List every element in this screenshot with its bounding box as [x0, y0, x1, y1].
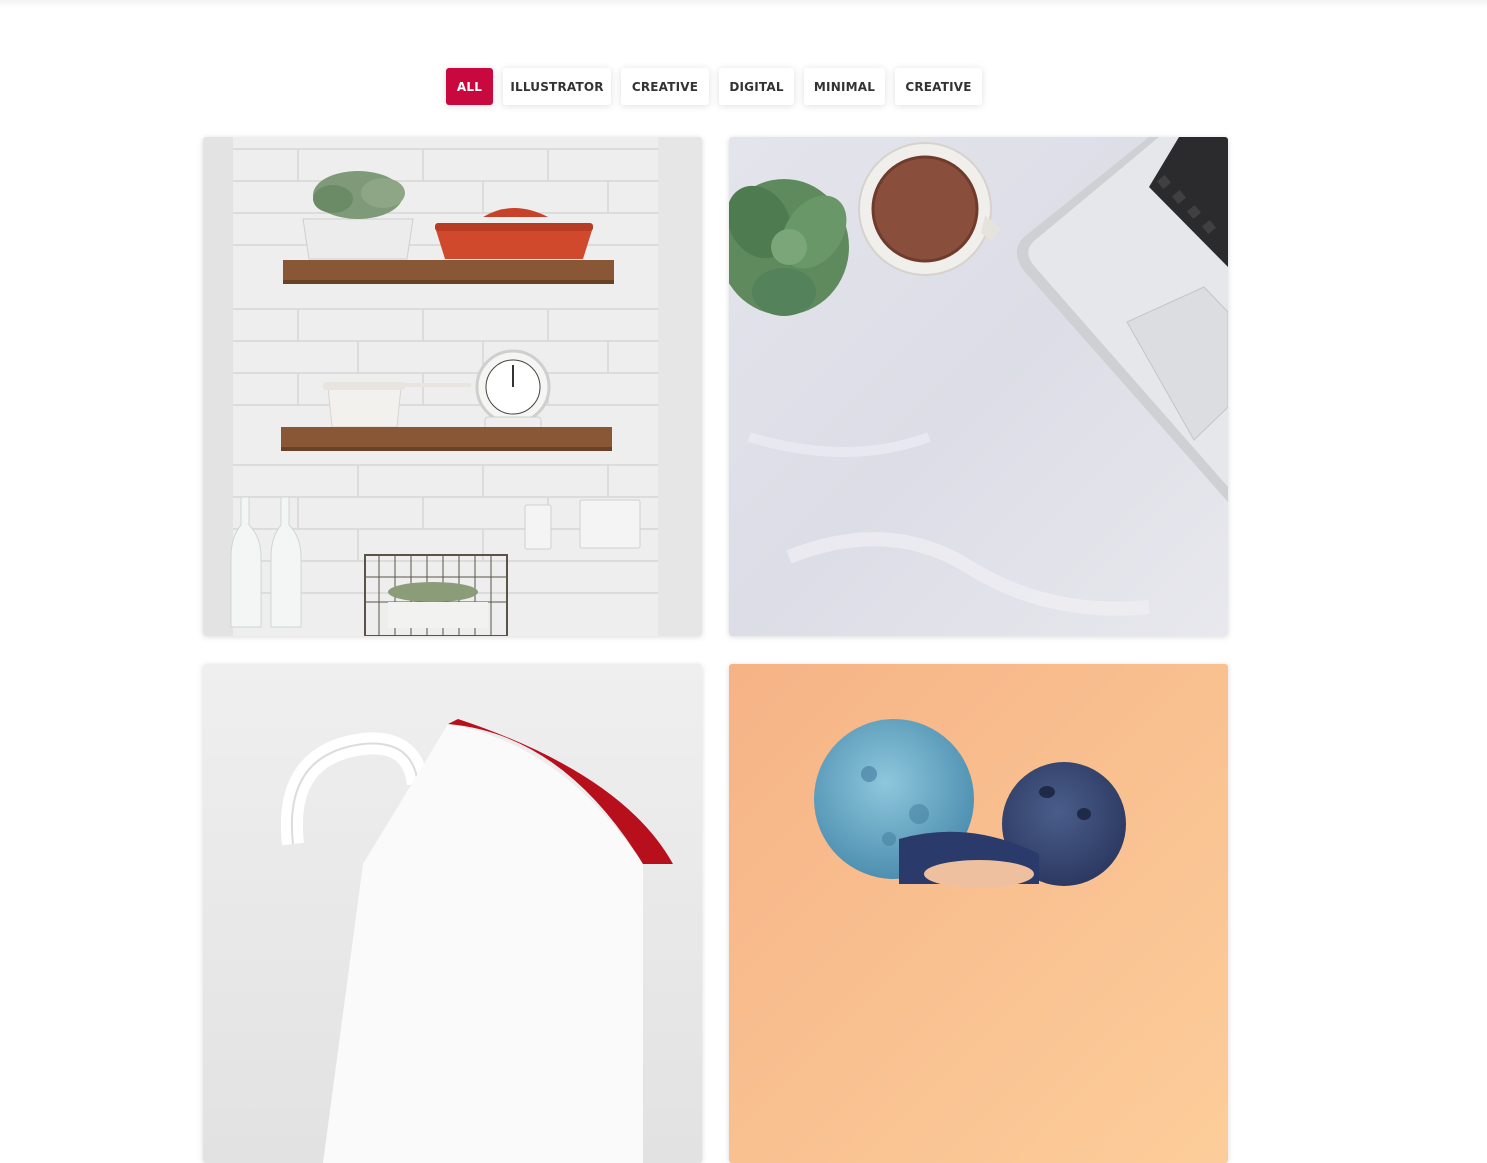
filter-digital-button[interactable]: DIGITAL	[719, 68, 794, 105]
gallery-item-desk[interactable]	[729, 137, 1228, 636]
kitchen-shelves-image	[203, 137, 702, 636]
header-shadow	[0, 0, 1487, 8]
desk-image	[729, 137, 1228, 636]
gallery-item-fluffy-balls[interactable]	[729, 664, 1228, 1163]
filter-minimal-button[interactable]: MINIMAL	[804, 68, 885, 105]
gallery-item-mug[interactable]	[203, 664, 702, 1163]
mug-image	[203, 664, 702, 1163]
filter-illustrator-button[interactable]: ILLUSTRATOR	[503, 68, 611, 105]
portfolio-filter-bar: ALL ILLUSTRATOR CREATIVE DIGITAL MINIMAL…	[446, 68, 992, 105]
filter-creative-button[interactable]: CREATIVE	[621, 68, 709, 105]
filter-creative-2-button[interactable]: CREATIVE	[895, 68, 982, 105]
gallery-item-kitchen-shelves[interactable]	[203, 137, 702, 636]
fluffy-balls-image	[729, 664, 1228, 1163]
filter-all-button[interactable]: ALL	[446, 68, 493, 105]
